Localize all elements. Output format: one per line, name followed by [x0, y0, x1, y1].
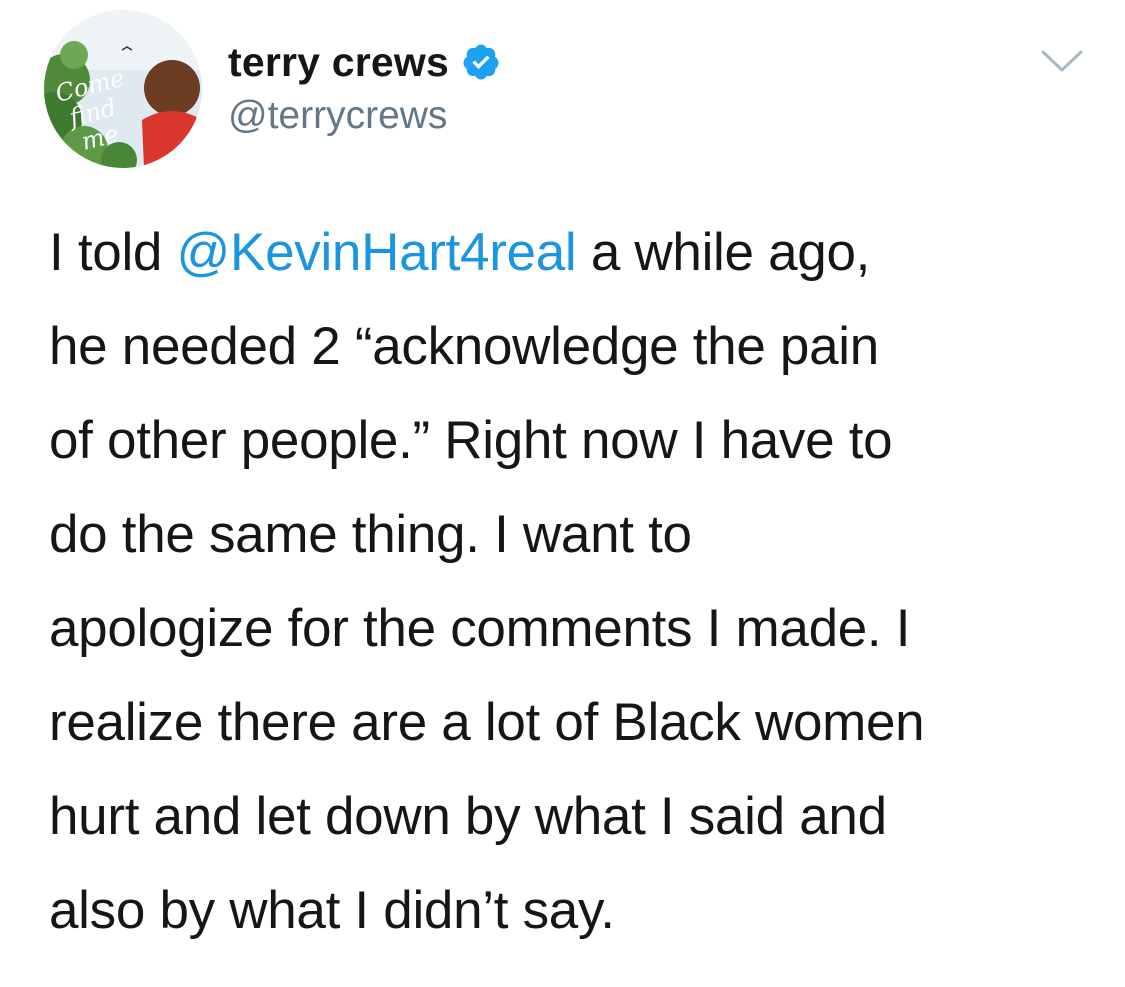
tweet-line: he needed 2 “acknowledge the pain — [49, 317, 879, 376]
tweet-text-segment: a while ago, — [576, 223, 871, 282]
chevron-down-icon[interactable] — [1040, 46, 1084, 76]
mention-link[interactable]: @KevinHart4real — [177, 223, 577, 282]
verified-badge-icon — [461, 42, 501, 82]
display-name[interactable]: terry crews — [228, 39, 449, 86]
tweet-line: realize there are a lot of Black women — [49, 693, 925, 752]
username-handle[interactable]: @terrycrews — [228, 94, 501, 138]
author-info: terry crews @terrycrews — [228, 36, 501, 138]
tweet-text: I told @KevinHart4real a while ago, he n… — [49, 206, 1099, 958]
tweet-line: I told @KevinHart4real a while ago, — [49, 206, 1099, 300]
tweet-line: hurt and let down by what I said and — [49, 787, 887, 846]
tweet-card: Come find me terry crews @terrycrews I t… — [0, 0, 1125, 987]
tweet-text-segment: I told — [49, 223, 177, 282]
tweet-line: also by what I didn’t say. — [49, 881, 615, 940]
tweet-line: apologize for the comments I made. I — [49, 599, 911, 658]
tweet-line: of other people.” Right now I have to — [49, 411, 893, 470]
display-name-row: terry crews — [228, 36, 501, 88]
avatar[interactable]: Come find me — [44, 10, 202, 168]
tweet-line: do the same thing. I want to — [49, 505, 692, 564]
